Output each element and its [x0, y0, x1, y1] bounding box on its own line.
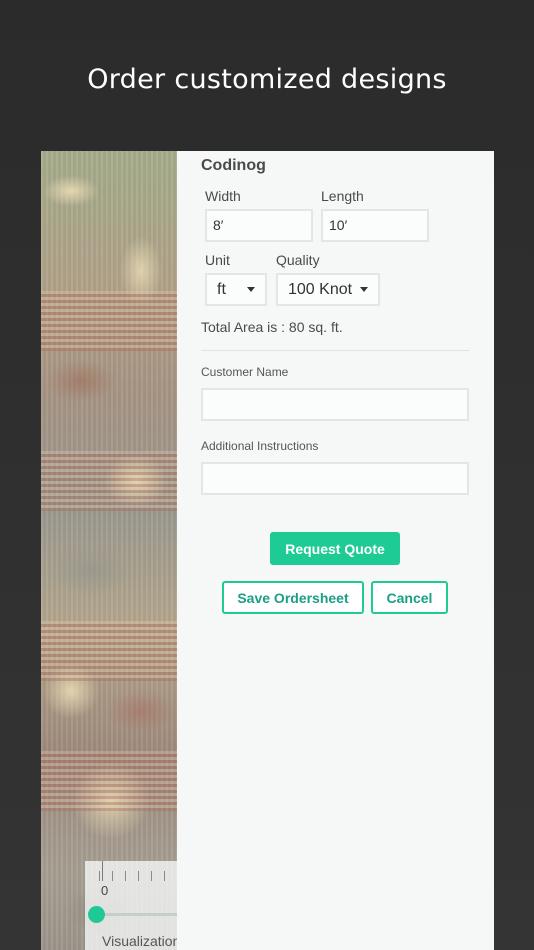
unit-select[interactable]: ft [205, 273, 267, 306]
order-form: Codinog Width 8′ Length 10′ Unit ft Qual… [177, 151, 494, 950]
app-screen: 0 Visualization Codinog Width 8′ Length … [41, 151, 494, 950]
width-label: Width [205, 188, 241, 204]
visualization-slider-track[interactable] [97, 913, 177, 916]
quality-select-value: 100 Knot [288, 280, 353, 298]
instructions-input[interactable] [201, 462, 469, 495]
visualization-panel: 0 Visualization [85, 861, 177, 950]
quality-label: Quality [276, 252, 320, 268]
ruler-major-tick [102, 861, 103, 881]
rug-pattern-band [41, 751, 177, 811]
page-headline: Order customized designs [87, 64, 447, 95]
design-name: Codinog [201, 157, 266, 174]
customer-name-label: Customer Name [201, 365, 289, 379]
visualization-label: Visualization [102, 933, 177, 949]
rug-pattern-band [41, 621, 177, 681]
save-ordersheet-button[interactable]: Save Ordersheet [222, 581, 364, 614]
chevron-down-icon [247, 287, 255, 292]
visualization-ruler [99, 861, 177, 881]
cancel-button[interactable]: Cancel [371, 581, 448, 614]
ruler-zero-label: 0 [101, 883, 109, 898]
visualization-slider-thumb[interactable] [88, 906, 105, 923]
request-quote-button[interactable]: Request Quote [270, 532, 400, 565]
unit-label: Unit [205, 252, 230, 268]
rug-design-preview[interactable]: 0 Visualization [41, 151, 177, 950]
length-label: Length [321, 188, 364, 204]
rug-pattern-band [41, 451, 177, 511]
width-field[interactable]: 8′ [205, 209, 313, 242]
rug-pattern-band [41, 291, 177, 351]
customer-name-input[interactable] [201, 388, 469, 421]
quality-select[interactable]: 100 Knot [276, 273, 380, 306]
chevron-down-icon [360, 287, 368, 292]
section-divider [201, 350, 469, 351]
total-area: Total Area is : 80 sq. ft. [201, 319, 343, 335]
instructions-label: Additional Instructions [201, 439, 319, 453]
length-field[interactable]: 10′ [321, 209, 429, 242]
unit-select-value: ft [217, 280, 226, 298]
